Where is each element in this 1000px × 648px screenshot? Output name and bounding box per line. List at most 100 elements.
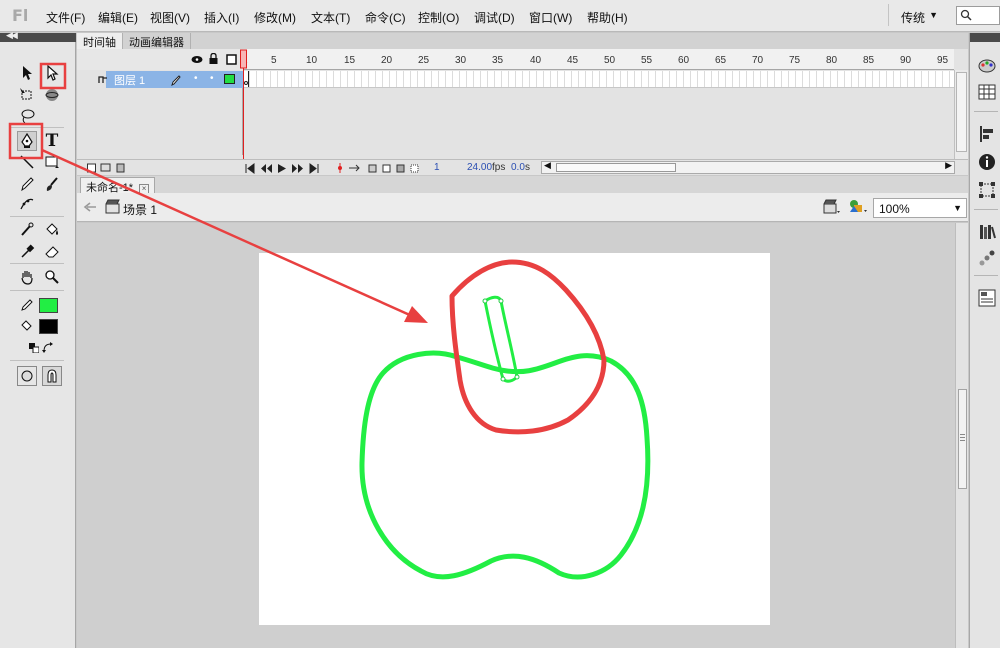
- transform-icon[interactable]: [978, 181, 996, 199]
- apple-outline-shape[interactable]: [359, 350, 651, 580]
- lock-icon[interactable]: [209, 53, 218, 64]
- menu-file[interactable]: 文件(F): [46, 9, 85, 26]
- menu-control[interactable]: 控制(O): [418, 9, 459, 26]
- menu-debug[interactable]: 调试(D): [474, 9, 515, 26]
- snap-icon[interactable]: [42, 366, 62, 386]
- pasteboard[interactable]: [77, 223, 955, 648]
- color-icon[interactable]: [978, 57, 996, 75]
- brush-icon[interactable]: [42, 174, 62, 194]
- hand-icon[interactable]: [17, 267, 37, 287]
- fps-value[interactable]: 24.00: [467, 162, 492, 173]
- menu-view[interactable]: 视图(V): [150, 9, 190, 26]
- layer-buttons[interactable]: [87, 163, 127, 173]
- menu-modify[interactable]: 修改(M): [254, 9, 296, 26]
- 3d-rotation-icon[interactable]: [42, 85, 62, 105]
- frame-ruler[interactable]: 1 5 10 15 20 25 30 35 40 45 50 55 60 65 …: [242, 49, 954, 70]
- library-icon[interactable]: [978, 223, 996, 241]
- onion-skin-controls[interactable]: [335, 162, 445, 174]
- frame-tick: 75: [789, 55, 801, 66]
- frame-tick: 10: [306, 55, 318, 66]
- app-logo: Fl: [12, 6, 29, 25]
- search-icon: [960, 9, 972, 21]
- edit-symbols-icon[interactable]: [848, 198, 868, 215]
- swap-colors-icon[interactable]: [38, 338, 58, 358]
- scroll-thumb[interactable]: [958, 389, 967, 489]
- fps-unit: fps: [492, 162, 506, 173]
- frame-tick: 90: [900, 55, 912, 66]
- paint-bucket-icon[interactable]: [42, 220, 62, 240]
- scene-icon: [105, 199, 120, 214]
- stroke-color-icon: [17, 295, 37, 315]
- right-panel-dock: [969, 33, 1000, 648]
- stage-vscrollbar[interactable]: [955, 223, 968, 648]
- chevron-down-icon: ▼: [929, 10, 938, 20]
- eye-icon[interactable]: [191, 55, 203, 64]
- menu-edit[interactable]: 编辑(E): [98, 9, 138, 26]
- timeline-scrollbar[interactable]: [954, 70, 968, 159]
- zoom-select[interactable]: 100% ▼: [873, 198, 967, 218]
- tools-panel-header[interactable]: ◀◀: [0, 30, 76, 42]
- pencil-icon[interactable]: [17, 174, 37, 194]
- frame-tick: 20: [381, 55, 393, 66]
- tab-motion-editor[interactable]: 动画编辑器: [123, 33, 191, 49]
- align-icon[interactable]: [978, 125, 996, 143]
- workspace-switcher[interactable]: 传统 ▼: [888, 4, 952, 26]
- layer-row[interactable]: 图层 1 • •: [98, 71, 243, 88]
- eyedropper-icon[interactable]: [17, 241, 37, 261]
- fill-color-swatch[interactable]: [39, 319, 58, 334]
- visibility-dot[interactable]: •: [194, 73, 198, 84]
- lasso-icon[interactable]: [17, 106, 37, 126]
- edit-scene-icon[interactable]: [823, 199, 841, 215]
- components-icon[interactable]: [978, 289, 996, 307]
- rectangle-tool-icon[interactable]: [42, 152, 62, 172]
- bone-icon[interactable]: [17, 220, 37, 240]
- collapse-icon[interactable]: ◀◀: [6, 30, 18, 41]
- layer-frames[interactable]: [243, 71, 954, 88]
- frame-tick: 30: [455, 55, 467, 66]
- menu-help[interactable]: 帮助(H): [587, 9, 628, 26]
- menu-insert[interactable]: 插入(I): [204, 9, 239, 26]
- elapsed-time-value: 0.0: [511, 162, 525, 173]
- playback-controls[interactable]: [245, 163, 325, 174]
- panel-tab-bar: 时间轴 动画编辑器 ▾≡: [77, 33, 968, 49]
- pen-tool-icon[interactable]: [17, 131, 37, 151]
- selection-tool-icon[interactable]: [17, 63, 37, 83]
- frame-tick: 45: [567, 55, 579, 66]
- frames-hscrollbar[interactable]: ◀ ▶: [541, 160, 955, 174]
- workspace-label: 传统: [901, 11, 926, 25]
- line-tool-icon[interactable]: [17, 152, 37, 172]
- motion-presets-icon[interactable]: [978, 249, 996, 267]
- zoom-icon[interactable]: [42, 267, 62, 287]
- free-transform-icon[interactable]: [17, 85, 37, 105]
- menu-commands[interactable]: 命令(C): [365, 9, 406, 26]
- lock-dot[interactable]: •: [210, 73, 214, 84]
- outline-icon[interactable]: [226, 54, 237, 65]
- layer-type-icon: [98, 76, 107, 83]
- text-tool-icon[interactable]: T: [42, 131, 62, 151]
- frame-tick: 55: [641, 55, 653, 66]
- right-panel-header[interactable]: [970, 33, 1000, 42]
- subselection-tool-icon[interactable]: [42, 63, 62, 83]
- fill-color-icon: [17, 316, 37, 336]
- menu-window[interactable]: 窗口(W): [529, 9, 572, 26]
- timeline-panel: 1 5 10 15 20 25 30 35 40 45 50 55 60 65 …: [77, 49, 968, 175]
- current-frame-value[interactable]: 1: [434, 162, 440, 173]
- layer-outline-color[interactable]: [224, 74, 235, 84]
- eraser-icon[interactable]: [42, 241, 62, 261]
- document-tab[interactable]: 未命名-1* ×: [80, 177, 156, 194]
- zoom-value: 100%: [879, 202, 910, 216]
- swatches-icon[interactable]: [978, 83, 996, 101]
- frame-tick: 5: [271, 55, 277, 66]
- back-arrow-icon[interactable]: [83, 202, 97, 212]
- deco-icon[interactable]: [17, 194, 37, 214]
- stroke-color-swatch[interactable]: [39, 298, 58, 313]
- info-icon[interactable]: [978, 153, 996, 171]
- frame-tick: 50: [604, 55, 616, 66]
- help-search-input[interactable]: [956, 6, 1000, 25]
- menu-text[interactable]: 文本(T): [311, 9, 350, 26]
- tab-timeline[interactable]: 时间轴: [77, 33, 123, 49]
- drawing[interactable]: [259, 253, 770, 625]
- stage-canvas[interactable]: [259, 253, 770, 625]
- object-drawing-icon[interactable]: [17, 366, 37, 386]
- playhead[interactable]: [240, 49, 247, 175]
